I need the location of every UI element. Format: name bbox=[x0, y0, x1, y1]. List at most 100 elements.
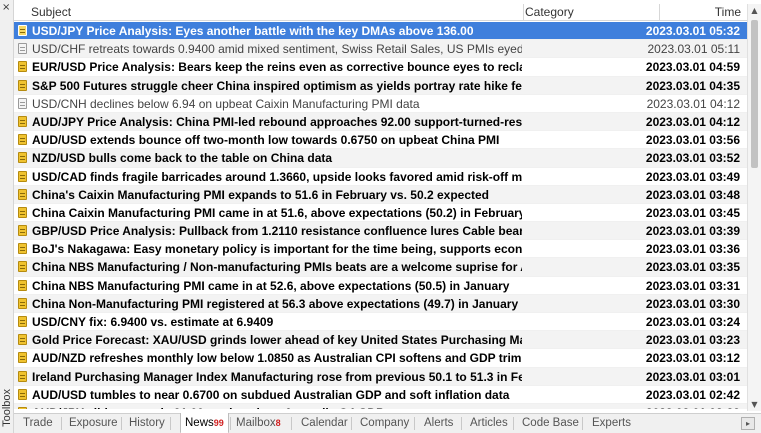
column-divider[interactable] bbox=[523, 4, 524, 21]
news-row[interactable]: AUD/JPY slides towards 91.00 on downbeat… bbox=[14, 403, 747, 409]
news-subject: China NBS Manufacturing PMI came in at 5… bbox=[32, 278, 510, 293]
tab-divider bbox=[513, 417, 514, 430]
news-time: 2023.03.01 02:39 bbox=[646, 404, 740, 409]
news-subject: USD/CNY fix: 6.9400 vs. estimate at 6.94… bbox=[32, 315, 274, 329]
news-subject: S&P 500 Futures struggle cheer China ins… bbox=[32, 78, 522, 93]
news-subject: GBP/USD Price Analysis: Pullback from 1.… bbox=[32, 224, 522, 239]
news-time: 2023.03.01 04:35 bbox=[645, 78, 740, 93]
tab-trade[interactable]: Trade bbox=[23, 414, 53, 433]
news-row[interactable]: BoJ's Nakagawa: Easy monetary policy is … bbox=[14, 240, 747, 259]
tab-label: Code Base bbox=[522, 417, 579, 429]
toolbox-strip: × Toolbox bbox=[0, 0, 14, 433]
news-row[interactable]: China Caixin Manufacturing PMI came in a… bbox=[14, 204, 747, 223]
tab-label: Mailbox bbox=[236, 417, 276, 429]
news-subject: Ireland Purchasing Manager Index Manufac… bbox=[32, 369, 522, 384]
news-unread-icon bbox=[18, 115, 27, 127]
news-subject: Gold Price Forecast: XAU/USD grinds lowe… bbox=[32, 333, 522, 348]
news-row[interactable]: China NBS Manufacturing / Non-manufactur… bbox=[14, 258, 747, 277]
news-row[interactable]: NZD/USD bulls come back to the table on … bbox=[14, 149, 747, 168]
tab-code-base[interactable]: Code Base bbox=[522, 414, 579, 433]
news-time: 2023.03.01 03:12 bbox=[645, 351, 740, 366]
news-row[interactable]: GBP/USD Price Analysis: Pullback from 1.… bbox=[14, 222, 747, 241]
column-divider[interactable] bbox=[659, 4, 660, 21]
news-row[interactable]: USD/CHF retreats towards 0.9400 amid mix… bbox=[14, 40, 747, 59]
news-time: 2023.03.01 03:48 bbox=[645, 187, 740, 202]
scroll-down-icon[interactable]: ▼ bbox=[748, 398, 761, 411]
scroll-up-icon[interactable]: ▲ bbox=[748, 4, 761, 17]
news-time: 2023.03.01 04:12 bbox=[645, 114, 740, 129]
news-time: 2023.03.01 03:30 bbox=[645, 296, 740, 311]
news-subject: USD/JPY Price Analysis: Eyes another bat… bbox=[32, 24, 474, 38]
tab-divider bbox=[121, 417, 122, 430]
news-unread-icon bbox=[18, 206, 27, 218]
tab-label: Articles bbox=[470, 417, 508, 429]
news-time: 2023.03.01 03:31 bbox=[645, 278, 740, 293]
toolbox-label: Toolbox bbox=[1, 389, 13, 427]
news-row[interactable]: AUD/USD tumbles to near 0.6700 on subdue… bbox=[14, 386, 747, 404]
scrollbar-thumb[interactable] bbox=[751, 20, 758, 168]
news-time: 2023.03.01 03:35 bbox=[645, 260, 740, 275]
news-time: 2023.03.01 02:42 bbox=[645, 387, 740, 402]
tab-articles[interactable]: Articles bbox=[470, 414, 508, 433]
tab-exposure[interactable]: Exposure bbox=[69, 414, 118, 433]
news-row[interactable]: AUD/USD extends bounce off two-month low… bbox=[14, 131, 747, 150]
news-unread-icon bbox=[18, 243, 27, 255]
close-icon[interactable]: × bbox=[2, 3, 10, 13]
tab-experts[interactable]: Experts bbox=[592, 414, 631, 433]
news-row[interactable]: Gold Price Forecast: XAU/USD grinds lowe… bbox=[14, 331, 747, 350]
tab-label: Calendar bbox=[301, 417, 348, 429]
column-header-subject[interactable]: Subject bbox=[31, 4, 71, 21]
tab-news[interactable]: News99 bbox=[180, 413, 229, 433]
news-list: USD/JPY Price Analysis: Eyes another bat… bbox=[14, 22, 747, 409]
news-row[interactable]: USD/JPY Price Analysis: Eyes another bat… bbox=[14, 22, 747, 41]
news-row[interactable]: China's Caixin Manufacturing PMI expands… bbox=[14, 185, 747, 204]
news-read-icon bbox=[18, 43, 27, 55]
news-row[interactable]: AUD/JPY Price Analysis: China PMI-led re… bbox=[14, 112, 747, 132]
tab-count-badge: 8 bbox=[275, 418, 281, 428]
news-row[interactable]: USD/CAD finds fragile barricades around … bbox=[14, 168, 747, 186]
news-time: 2023.03.01 05:11 bbox=[647, 42, 740, 57]
news-time: 2023.03.01 03:49 bbox=[645, 169, 740, 184]
news-time: 2023.03.01 05:32 bbox=[645, 24, 740, 38]
tab-divider bbox=[414, 417, 415, 430]
news-unread-icon bbox=[18, 152, 27, 164]
news-row[interactable]: China Non-Manufacturing PMI registered a… bbox=[14, 294, 747, 313]
news-unread-icon bbox=[18, 261, 27, 273]
tab-company[interactable]: Company bbox=[360, 414, 409, 433]
news-subject: China NBS Manufacturing / Non-manufactur… bbox=[32, 260, 522, 275]
news-unread-icon bbox=[18, 25, 27, 36]
news-subject: AUD/USD tumbles to near 0.6700 on subdue… bbox=[32, 387, 510, 402]
news-subject: USD/CHF retreats towards 0.9400 amid mix… bbox=[32, 42, 522, 57]
tab-alerts[interactable]: Alerts bbox=[424, 414, 453, 433]
news-time: 2023.03.01 04:59 bbox=[645, 60, 740, 75]
tab-divider bbox=[230, 417, 231, 430]
column-header-category[interactable]: Category bbox=[525, 4, 574, 21]
tab-divider bbox=[170, 417, 171, 430]
news-unread-icon bbox=[18, 316, 27, 327]
news-subject: AUD/USD extends bounce off two-month low… bbox=[32, 133, 500, 148]
tabs-overflow-icon[interactable]: ▸ bbox=[741, 417, 755, 430]
news-unread-icon bbox=[18, 134, 27, 146]
tab-divider bbox=[61, 417, 62, 430]
tab-label: History bbox=[129, 417, 165, 429]
news-subject: China's Caixin Manufacturing PMI expands… bbox=[32, 187, 489, 202]
vertical-scrollbar[interactable]: ▲ ▼ bbox=[747, 4, 761, 411]
column-header-time[interactable]: Time bbox=[715, 4, 741, 21]
news-row[interactable]: AUD/NZD refreshes monthly low below 1.08… bbox=[14, 349, 747, 368]
news-row[interactable]: EUR/USD Price Analysis: Bears keep the r… bbox=[14, 58, 747, 77]
news-unread-icon bbox=[18, 297, 27, 309]
tab-calendar[interactable]: Calendar bbox=[301, 414, 348, 433]
news-row[interactable]: S&P 500 Futures struggle cheer China ins… bbox=[14, 76, 747, 95]
tab-mailbox[interactable]: Mailbox8 bbox=[236, 414, 281, 433]
tab-divider bbox=[351, 417, 352, 430]
news-row[interactable]: China NBS Manufacturing PMI came in at 5… bbox=[14, 277, 747, 295]
news-row[interactable]: USD/CNY fix: 6.9400 vs. estimate at 6.94… bbox=[14, 313, 747, 332]
news-subject: AUD/JPY Price Analysis: China PMI-led re… bbox=[32, 114, 522, 129]
tab-divider bbox=[582, 417, 583, 430]
tab-label: Exposure bbox=[69, 417, 118, 429]
news-unread-icon bbox=[18, 188, 27, 200]
tab-history[interactable]: History bbox=[129, 414, 165, 433]
news-row[interactable]: USD/CNH declines below 6.94 on upbeat Ca… bbox=[14, 95, 747, 113]
news-unread-icon bbox=[18, 334, 27, 346]
news-row[interactable]: Ireland Purchasing Manager Index Manufac… bbox=[14, 367, 747, 386]
